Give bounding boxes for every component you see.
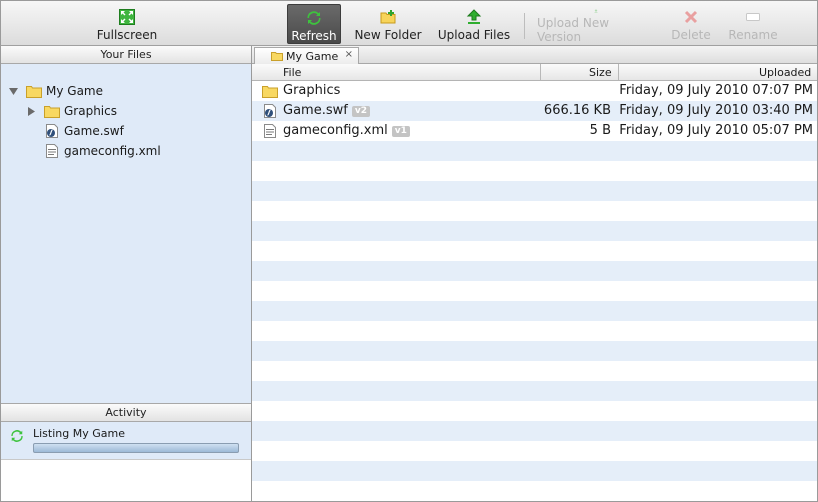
upload-new-version-button[interactable]: Upload New Version — [537, 4, 655, 44]
refresh-icon — [11, 430, 23, 442]
delete-label: Delete — [671, 28, 711, 42]
tab-my-game[interactable]: My Game × — [254, 47, 359, 64]
upload-icon — [466, 9, 482, 24]
tree-item-graphics[interactable]: Graphics — [27, 102, 117, 120]
refresh-label: Refresh — [291, 29, 337, 43]
file-name: Graphics — [283, 83, 341, 98]
file-row[interactable]: gameconfig.xml v1 5 B Friday, 09 July 201… — [252, 121, 817, 141]
column-divider[interactable] — [618, 64, 619, 80]
file-name: Game.swf — [283, 103, 348, 118]
upload-new-version-label: Upload New Version — [537, 16, 610, 44]
right-panel: My Game × File Size Uploaded Graphics Fr… — [252, 46, 818, 502]
file-size: 666.16 KB — [543, 103, 611, 118]
upload-version-icon — [594, 9, 598, 13]
file-name: gameconfig.xml — [283, 123, 388, 138]
chevron-right-icon[interactable] — [27, 106, 36, 116]
file-name-cell: Game.swf v2 — [283, 103, 370, 118]
folder-icon — [26, 86, 42, 98]
file-name-cell: Graphics — [283, 83, 340, 98]
file-list: Graphics Friday, 09 July 2010 07:07 PM G… — [252, 81, 817, 484]
swf-file-icon — [264, 104, 276, 118]
tab-label: My Game — [286, 49, 339, 63]
delete-button[interactable]: Delete — [669, 4, 713, 44]
your-files-header: Your Files — [1, 46, 251, 64]
file-uploaded-date: Friday, 09 July 2010 05:07 PM — [619, 123, 813, 138]
tree-item-label: Game.swf — [64, 124, 124, 138]
column-header-uploaded[interactable]: Uploaded — [759, 66, 811, 79]
file-uploaded-date: Friday, 09 July 2010 07:07 PM — [619, 83, 813, 98]
swf-file-icon — [46, 124, 58, 138]
refresh-button[interactable]: Refresh — [287, 4, 341, 44]
tree-item-label: gameconfig.xml — [64, 144, 161, 158]
fullscreen-label: Fullscreen — [96, 28, 158, 42]
tab-strip: My Game × — [252, 46, 817, 64]
file-name-cell: gameconfig.xml v1 — [283, 123, 410, 138]
column-header-row: File Size Uploaded — [252, 64, 817, 81]
tree-item-game-swf[interactable]: Game.swf — [44, 122, 124, 140]
xml-file-icon — [264, 124, 276, 138]
fullscreen-button[interactable]: Fullscreen — [93, 4, 161, 44]
rename-label: Rename — [728, 28, 778, 42]
file-row[interactable]: Graphics Friday, 09 July 2010 07:07 PM — [252, 81, 817, 101]
activity-progress-bar — [33, 443, 239, 453]
activity-item: Listing My Game — [1, 422, 251, 460]
fullscreen-icon — [119, 9, 135, 25]
xml-file-icon — [46, 144, 58, 158]
folder-icon — [271, 52, 283, 61]
chevron-down-icon[interactable] — [9, 87, 18, 96]
left-panel: Your Files My Game Graphics Game.swf gam… — [0, 46, 252, 502]
file-tree: My Game Graphics Game.swf gameconfig.xml — [1, 64, 251, 403]
refresh-icon — [307, 11, 321, 25]
tree-item-label: Graphics — [64, 104, 117, 118]
folder-icon — [44, 106, 60, 118]
new-folder-icon — [380, 10, 396, 24]
activity-status-text: Listing My Game — [33, 427, 125, 440]
toolbar-separator — [524, 13, 525, 39]
upload-files-button[interactable]: Upload Files — [435, 4, 513, 44]
column-header-file[interactable]: File — [283, 66, 301, 79]
column-divider[interactable] — [540, 64, 541, 80]
folder-icon — [262, 86, 278, 98]
file-size: 5 B — [589, 123, 611, 138]
version-badge: v1 — [391, 126, 410, 137]
upload-files-label: Upload Files — [437, 28, 511, 42]
tree-item-gameconfig-xml[interactable]: gameconfig.xml — [44, 142, 161, 160]
rename-button[interactable]: Rename — [727, 4, 779, 44]
version-badge: v2 — [351, 106, 370, 117]
toolbar: Fullscreen Refresh New Folder Upload Fil… — [0, 0, 818, 46]
file-row[interactable]: Game.swf v2 666.16 KB Friday, 09 July 201… — [252, 101, 817, 121]
close-icon[interactable]: × — [345, 49, 353, 60]
tree-item-label: My Game — [46, 84, 103, 98]
file-uploaded-date: Friday, 09 July 2010 03:40 PM — [619, 103, 813, 118]
new-folder-label: New Folder — [354, 28, 422, 42]
new-folder-button[interactable]: New Folder — [351, 4, 425, 44]
delete-icon — [684, 10, 698, 24]
tree-item-my-game[interactable]: My Game — [9, 82, 103, 100]
activity-header: Activity — [1, 404, 251, 422]
rename-icon — [746, 13, 760, 21]
activity-panel: Activity Listing My Game — [1, 403, 251, 501]
column-header-size[interactable]: Size — [589, 66, 612, 79]
